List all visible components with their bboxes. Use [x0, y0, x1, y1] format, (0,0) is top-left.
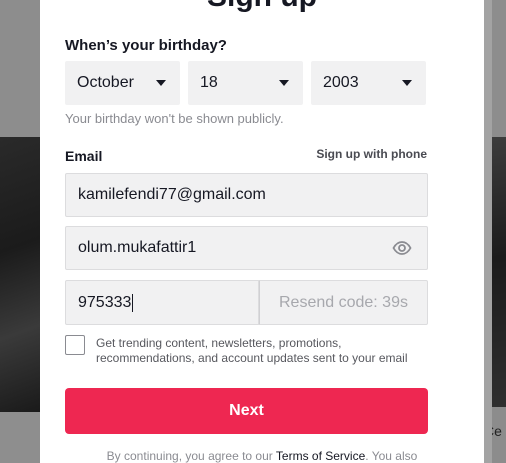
password-field-value: olum.mukafattir1 [78, 239, 197, 256]
month-select[interactable]: October [65, 61, 180, 105]
signup-modal: Sign up When’s your birthday? October 18… [40, 0, 484, 463]
birthday-label: When’s your birthday? [65, 37, 227, 54]
marketing-checkbox-label: Get trending content, newsletters, promo… [96, 336, 408, 365]
eye-icon[interactable] [392, 239, 412, 257]
modal-title: Sign up [40, 0, 484, 14]
background-video-thumbnail [0, 137, 40, 412]
year-select[interactable]: 2003 [311, 61, 426, 105]
email-label: Email [65, 148, 103, 164]
terms-footer: By continuing, you agree to our Terms of… [40, 449, 484, 463]
year-select-value: 2003 [323, 74, 359, 91]
email-field-value: kamilefendi77@gmail.com [78, 186, 266, 203]
signup-with-phone-link[interactable]: Sign up with phone [316, 147, 427, 161]
background-panel [0, 0, 40, 137]
marketing-checkbox[interactable] [65, 335, 85, 355]
email-field[interactable]: kamilefendi77@gmail.com [65, 173, 428, 217]
password-field[interactable]: olum.mukafattir1 [65, 226, 428, 270]
text-cursor [132, 293, 134, 312]
terms-prefix: By continuing, you agree to our [106, 449, 276, 463]
background-panel [0, 412, 40, 463]
modal-scrollbar[interactable] [484, 0, 492, 463]
verification-code-field[interactable]: 975333 [65, 280, 259, 325]
caret-down-icon [402, 80, 412, 86]
caret-down-icon [156, 80, 166, 86]
next-button[interactable]: Next [65, 388, 428, 434]
terms-of-service-link[interactable]: Terms of Service [276, 449, 365, 463]
day-select-value: 18 [200, 74, 218, 91]
day-select[interactable]: 18 [188, 61, 303, 105]
resend-code-button[interactable]: Resend code: 39s [259, 280, 428, 325]
month-select-value: October [77, 74, 134, 91]
terms-suffix: . You also [365, 449, 418, 463]
caret-down-icon [279, 80, 289, 86]
birthday-hint: Your birthday won't be shown publicly. [65, 111, 284, 126]
verification-code-value: 975333 [78, 293, 132, 311]
